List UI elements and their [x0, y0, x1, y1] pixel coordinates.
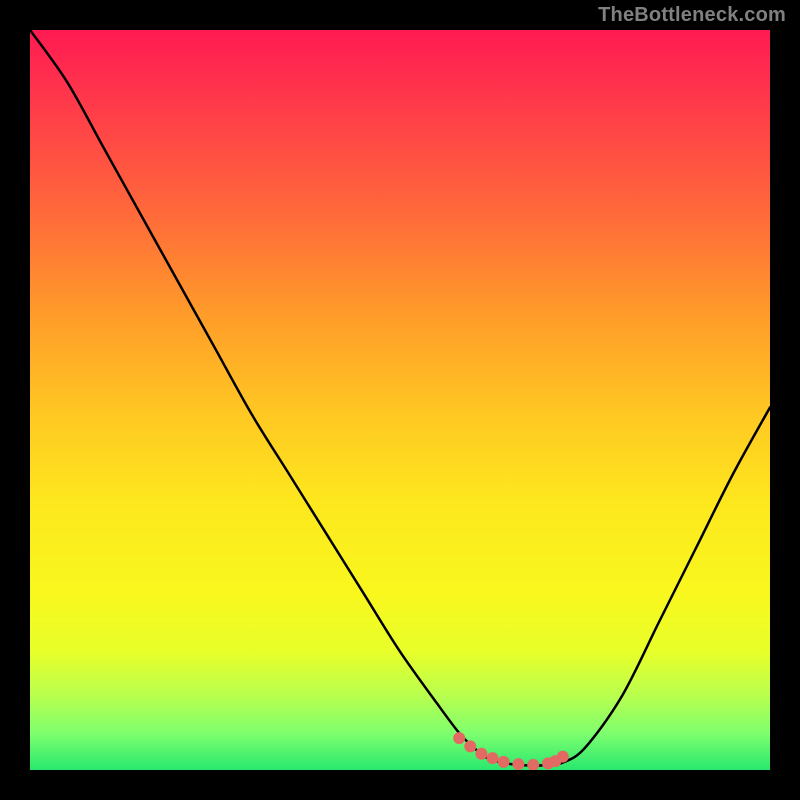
optimal-marker: [487, 752, 499, 764]
plot-area: [30, 30, 770, 770]
attribution-label: TheBottleneck.com: [598, 4, 786, 27]
optimal-marker: [498, 756, 510, 768]
optimal-marker: [512, 758, 524, 770]
optimal-marker: [453, 732, 465, 744]
optimal-marker: [557, 751, 569, 763]
bottleneck-curve: [30, 30, 770, 766]
optimal-marker: [464, 740, 476, 752]
optimal-marker: [475, 748, 487, 760]
optimal-marker: [527, 759, 539, 770]
curve-overlay: [30, 30, 770, 770]
chart-container: TheBottleneck.com: [0, 0, 800, 800]
